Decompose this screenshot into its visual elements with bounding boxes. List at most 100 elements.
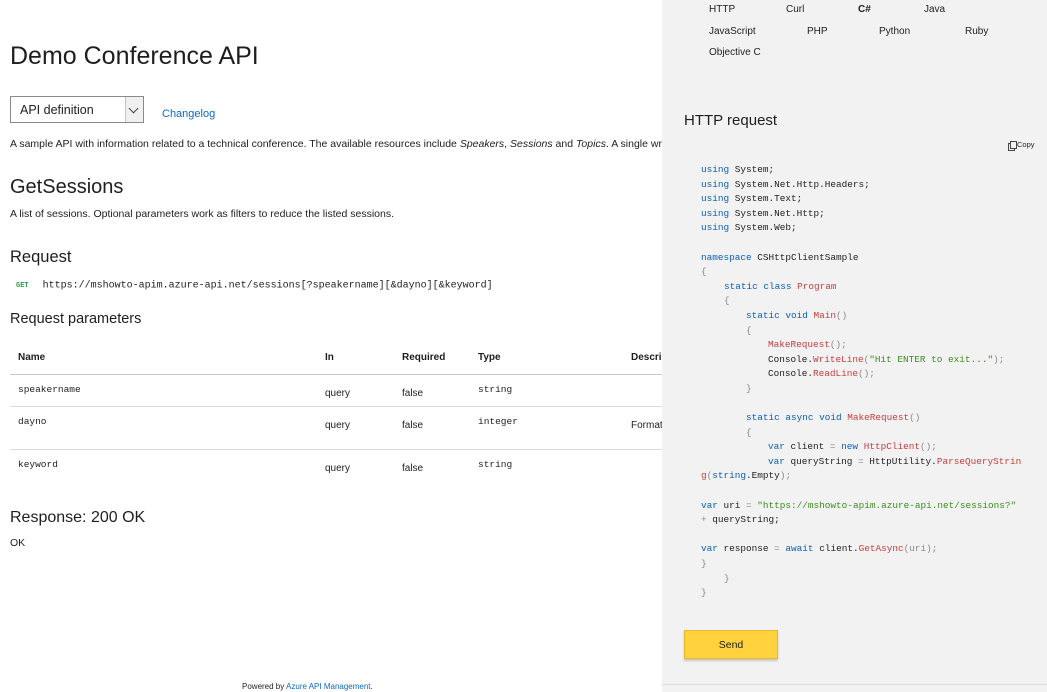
- resource-topics: Topics: [575, 138, 606, 150]
- code-string: "Hit ENTER to exit...": [869, 353, 994, 365]
- code-text: System.Net.Http;: [729, 207, 825, 219]
- azure-apim-link[interactable]: Azure API Management: [286, 682, 371, 691]
- code-line: static class Program: [701, 280, 1031, 295]
- code-line: MakeRequest();: [701, 338, 1031, 353]
- lang-tab-php[interactable]: PHP: [807, 26, 828, 37]
- code-text: .Empty: [746, 470, 780, 482]
- param-description: Format: [623, 406, 662, 450]
- description-separator: and: [552, 138, 576, 150]
- code-type: ParseQueryStrin: [936, 455, 1022, 467]
- code-keyword: new: [835, 441, 864, 453]
- copy-button[interactable]: Copy: [1008, 140, 1035, 151]
- code-text: System;: [729, 164, 775, 175]
- param-required: false: [394, 374, 470, 407]
- code-keyword: using: [701, 193, 730, 205]
- code-line: {: [701, 265, 1031, 280]
- lang-tab-curl[interactable]: Curl: [786, 4, 804, 15]
- try-it-console: HTTP Curl C# Java JavaScript PHP Python …: [662, 0, 1047, 692]
- code-text: queryString: [784, 455, 859, 467]
- code-line: static void Main(): [701, 309, 1031, 324]
- response-description: OK: [10, 537, 26, 549]
- param-name: keyword: [18, 458, 58, 470]
- footer-text: Powered by: [242, 682, 287, 691]
- code-line: static async void MakeRequest(): [701, 411, 1031, 426]
- code-keyword: static class: [724, 280, 792, 292]
- code-line: var queryString = HttpUtility.ParseQuery…: [701, 455, 1031, 470]
- code-keyword: using: [701, 207, 730, 219]
- lang-tab-http[interactable]: HTTP: [709, 4, 735, 15]
- column-header-description: Descri: [623, 342, 662, 375]
- code-text: Console.: [768, 353, 814, 365]
- code-text: client: [784, 441, 830, 453]
- response-heading: Response: 200 OK: [10, 509, 146, 526]
- code-punct: ();: [919, 441, 937, 453]
- code-punct: (uri);: [903, 543, 938, 555]
- code-brace: {: [701, 266, 707, 278]
- resource-sessions: Sessions: [510, 138, 553, 150]
- code-keyword: using: [701, 164, 730, 175]
- lang-tab-java[interactable]: Java: [924, 4, 945, 15]
- code-text: queryString;: [706, 514, 780, 526]
- code-keyword: var: [701, 543, 718, 555]
- code-keyword: await: [779, 543, 814, 555]
- code-type: Program: [797, 280, 837, 292]
- lang-tab-python[interactable]: Python: [879, 26, 910, 37]
- code-line: g(string.Empty);: [701, 469, 1031, 484]
- column-header-name: Name: [10, 342, 317, 375]
- code-type: WriteLine: [813, 353, 864, 365]
- code-line: }: [701, 572, 1031, 587]
- api-description-text: . A single write ope: [605, 138, 662, 150]
- code-brace: {: [724, 295, 730, 307]
- param-type: string: [470, 374, 623, 407]
- param-name: speakername: [10, 374, 317, 407]
- chevron-down-icon[interactable]: [125, 97, 143, 122]
- api-definition-dropdown[interactable]: API definition: [10, 96, 144, 123]
- code-keyword: static async void: [746, 412, 842, 424]
- lang-tab-objective-c[interactable]: Objective C: [709, 47, 761, 58]
- code-line: {: [701, 324, 1031, 339]
- code-text: CSHttpClientSample: [751, 251, 859, 263]
- api-details-pane: Demo Conference API API definition Chang…: [0, 0, 662, 692]
- param-type: integer: [470, 406, 623, 450]
- request-heading: Request: [10, 248, 72, 266]
- lang-tab-csharp[interactable]: C#: [858, 4, 871, 15]
- api-description: A sample API with information related to…: [10, 138, 662, 150]
- code-sample: using System; using System.Net.Http.Head…: [701, 163, 1031, 601]
- operation-title: GetSessions: [10, 176, 124, 198]
- param-name: dayno: [10, 406, 317, 450]
- code-type: ReadLine: [813, 368, 859, 380]
- code-text: System.Text;: [729, 193, 803, 205]
- code-type: HttpClient: [863, 441, 920, 453]
- column-header-in: In: [317, 342, 394, 375]
- param-required: false: [394, 406, 470, 450]
- code-line: }: [701, 382, 1031, 397]
- param-description: [623, 374, 662, 407]
- operation-description: A list of sessions. Optional parameters …: [10, 208, 395, 220]
- code-type: GetAsync: [858, 543, 904, 555]
- code-line: using System.Net.Http;: [701, 207, 1031, 222]
- lang-tab-ruby[interactable]: Ruby: [965, 26, 988, 37]
- code-keyword: static void: [746, 309, 808, 321]
- api-title: Demo Conference API: [10, 42, 259, 70]
- send-button[interactable]: Send: [684, 630, 778, 659]
- code-punct: ();: [858, 368, 875, 380]
- request-url: https://mshowto-apim.azure-api.net/sessi…: [42, 280, 493, 292]
- code-line: using System;: [701, 163, 1031, 178]
- code-string: "https://mshowto-apim.azure-api.net/sess…: [751, 499, 1017, 511]
- code-keyword: using: [701, 178, 730, 190]
- resource-speakers: Speakers: [459, 138, 505, 150]
- code-line: using System.Net.Http.Headers;: [701, 178, 1031, 193]
- code-keyword: var: [701, 499, 718, 511]
- param-required: false: [402, 462, 424, 474]
- code-brace: {: [746, 426, 752, 438]
- lang-tab-javascript[interactable]: JavaScript: [709, 26, 756, 37]
- code-text: HttpUtility.: [863, 455, 937, 467]
- code-line: Console.WriteLine("Hit ENTER to exit..."…: [701, 353, 1031, 368]
- code-line: Console.ReadLine();: [701, 367, 1031, 382]
- column-header-type: Type: [470, 342, 623, 375]
- divider: [662, 684, 1047, 685]
- code-line: using System.Web;: [701, 221, 1031, 236]
- changelog-link[interactable]: Changelog: [162, 108, 215, 120]
